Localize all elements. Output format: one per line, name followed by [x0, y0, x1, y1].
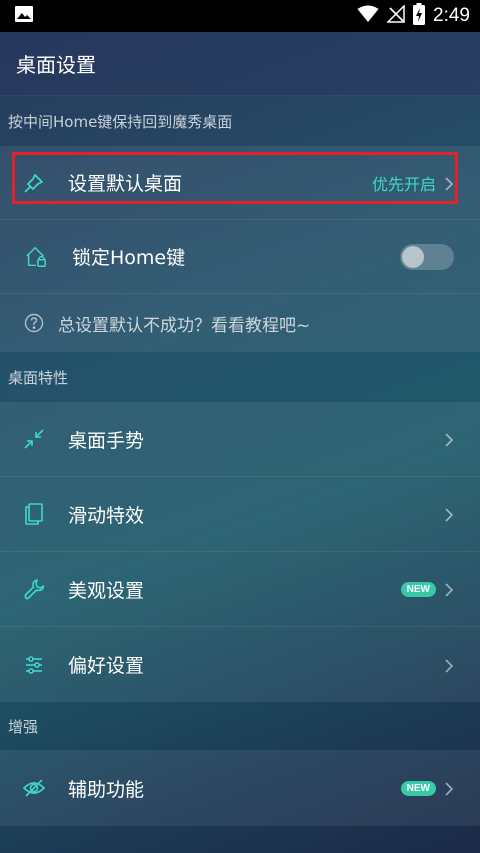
help-circle-icon — [22, 311, 46, 335]
chevron-right-icon — [444, 432, 454, 447]
appearance-settings-label: 美观设置 — [68, 579, 145, 602]
set-default-desktop-value: 优先开启 — [371, 174, 436, 194]
copy-pages-icon — [22, 502, 46, 526]
section-features-text: 桌面特性 — [8, 368, 69, 387]
row-slide-effects[interactable]: 滑动特效 — [0, 477, 480, 552]
preferences-label: 偏好设置 — [68, 655, 145, 677]
section-label-features: 桌面特性 — [0, 352, 480, 402]
wrench-icon — [22, 577, 46, 601]
row-tutorial[interactable]: 总设置默认不成功？看看教程吧~ — [0, 294, 480, 352]
accessibility-label: 辅助功能 — [68, 778, 145, 801]
collapse-arrows-icon — [22, 427, 46, 451]
battery-charging-icon — [413, 3, 426, 29]
home-lock-icon — [24, 245, 48, 269]
chevron-right-icon — [444, 507, 454, 522]
row-set-default-desktop[interactable]: 设置默认桌面 优先开启 — [0, 146, 480, 220]
wifi-icon — [357, 5, 379, 27]
chevron-right-icon — [444, 658, 454, 673]
slide-effects-label: 滑动特效 — [68, 504, 145, 527]
app-header: 桌面设置 — [0, 32, 480, 96]
pin-icon — [22, 171, 46, 195]
sliders-icon — [22, 653, 46, 677]
row-preferences[interactable]: 偏好设置 — [0, 627, 480, 702]
new-badge: NEW — [400, 780, 436, 796]
lock-home-toggle[interactable] — [400, 243, 454, 270]
image-icon — [14, 4, 34, 28]
no-signal-icon — [386, 4, 405, 27]
page-title: 桌面设置 — [16, 53, 96, 77]
set-default-desktop-label: 设置默认桌面 — [68, 173, 183, 195]
toggle-knob — [402, 245, 424, 268]
eye-slash-icon — [22, 776, 46, 800]
lock-home-key-label: 锁定Home键 — [72, 247, 186, 269]
chevron-right-icon — [444, 781, 454, 796]
tutorial-label: 总设置默认不成功？看看教程吧~ — [58, 315, 311, 336]
chevron-right-icon — [444, 176, 454, 191]
row-accessibility[interactable]: 辅助功能 NEW — [0, 750, 480, 826]
section-enhance-text: 增强 — [8, 717, 39, 736]
section-label-home: 按中间Home键保持回到魔秀桌面 — [0, 96, 480, 146]
row-appearance-settings[interactable]: 美观设置 NEW — [0, 552, 480, 627]
section-home-text: 按中间Home键保持回到魔秀桌面 — [8, 112, 233, 131]
status-time: 2:49 — [433, 5, 470, 26]
row-desktop-gestures[interactable]: 桌面手势 — [0, 402, 480, 477]
section-label-enhance: 增强 — [0, 702, 480, 750]
enhance-card: 辅助功能 NEW — [0, 750, 480, 826]
row-lock-home-key[interactable]: 锁定Home键 — [0, 220, 480, 294]
desktop-gestures-label: 桌面手势 — [68, 429, 145, 452]
features-card: 桌面手势 滑动特效 美观设置 NEW 偏好设置 — [0, 402, 480, 702]
home-settings-card: 设置默认桌面 优先开启 锁定Home键 总设置默认不成功？看看教程吧~ — [0, 146, 480, 352]
status-bar: 2:49 — [0, 0, 480, 32]
new-badge: NEW — [400, 581, 436, 597]
chevron-right-icon — [444, 582, 454, 597]
